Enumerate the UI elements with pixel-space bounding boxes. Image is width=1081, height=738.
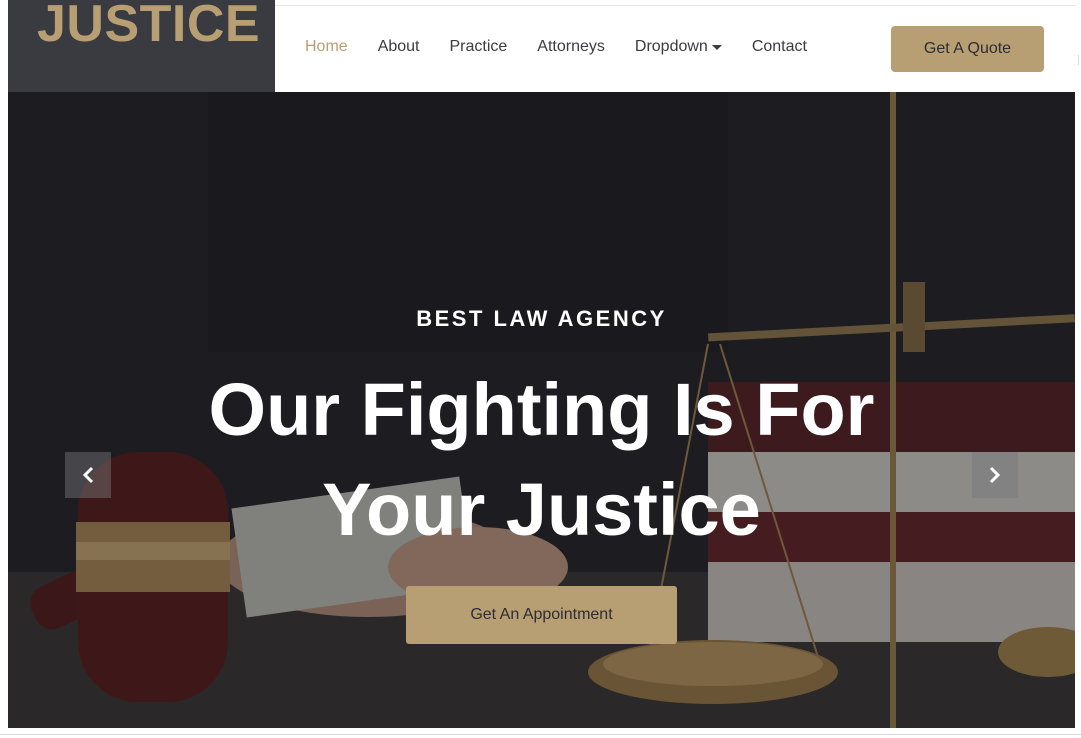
caret-down-icon — [711, 44, 722, 50]
bottom-divider — [0, 734, 1081, 735]
scrollbar-mark — [1078, 55, 1079, 65]
nav-item-attorneys[interactable]: Attorneys — [537, 38, 605, 56]
nav-item-practice[interactable]: Practice — [450, 38, 508, 56]
hero-carousel: BEST LAW AGENCY Our Fighting Is For Your… — [8, 92, 1075, 728]
nav-item-contact[interactable]: Contact — [752, 38, 807, 56]
hero-title: Our Fighting Is For Your Justice — [8, 360, 1075, 560]
window-scrollbar[interactable] — [1075, 0, 1081, 728]
nav-item-dropdown-label: Dropdown — [634, 38, 708, 55]
logo-block[interactable]: JUSTICE — [8, 0, 275, 92]
nav-links: Home About Practice Attorneys Dropdown C… — [305, 38, 837, 56]
get-appointment-button[interactable]: Get An Appointment — [406, 586, 677, 644]
carousel-prev-button[interactable] — [65, 452, 111, 498]
nav-item-about[interactable]: About — [378, 38, 420, 56]
navbar-divider — [275, 5, 1075, 6]
nav-item-dropdown[interactable]: Dropdown — [635, 38, 722, 56]
site-logo[interactable]: JUSTICE — [37, 0, 260, 54]
page: JUSTICE Home About Practice Attorneys Dr… — [8, 0, 1075, 728]
chevron-right-icon — [989, 466, 1001, 484]
hero-title-line-1: Our Fighting Is For — [208, 368, 875, 451]
nav-item-home[interactable]: Home — [305, 38, 348, 56]
bottom-edge — [0, 728, 1081, 738]
navbar: Home About Practice Attorneys Dropdown C… — [275, 0, 1075, 92]
chevron-left-icon — [82, 466, 94, 484]
hero-tagline: BEST LAW AGENCY — [416, 306, 667, 331]
carousel-next-button[interactable] — [972, 452, 1018, 498]
get-quote-button[interactable]: Get A Quote — [891, 26, 1044, 72]
hero-title-line-2: Your Justice — [322, 468, 761, 551]
